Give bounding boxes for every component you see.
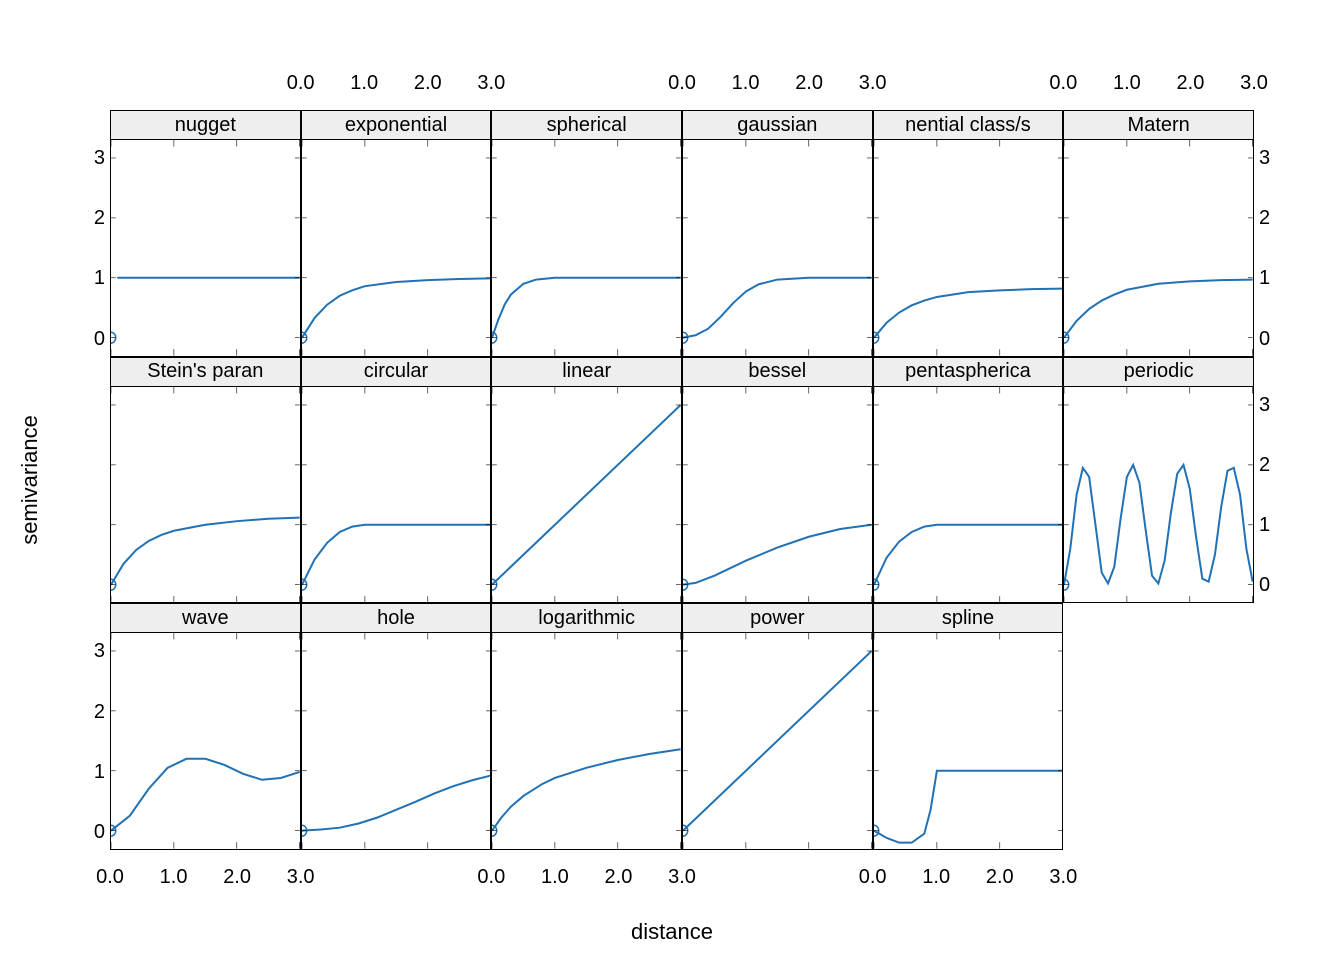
x-tick-label: 0.0 bbox=[668, 72, 696, 95]
panel-body bbox=[491, 386, 682, 604]
x-tick-label: 0.0 bbox=[477, 866, 505, 889]
panel-body bbox=[873, 386, 1064, 604]
panel-stein-s-paran: Stein's paran bbox=[110, 357, 301, 604]
panel-logarithmic: logarithmic bbox=[491, 603, 682, 850]
panel-title: wave bbox=[110, 603, 301, 633]
panel-title: linear bbox=[491, 357, 682, 387]
panel-title: spline bbox=[873, 603, 1064, 633]
x-tick-label: 1.0 bbox=[922, 866, 950, 889]
panel-nential-class-s: nential class/s bbox=[873, 110, 1064, 357]
panel-bessel: bessel bbox=[682, 357, 873, 604]
y-ticks-left: 01230123 bbox=[65, 110, 105, 850]
panel-body bbox=[873, 139, 1064, 357]
x-tick-label: 2.0 bbox=[414, 72, 442, 95]
panel-title: power bbox=[682, 603, 873, 633]
panel-row: Stein's parancircularlinearbesselpentasp… bbox=[110, 357, 1254, 604]
panel-title: nugget bbox=[110, 110, 301, 140]
panel-body bbox=[682, 139, 873, 357]
x-tick-label: 3.0 bbox=[668, 866, 696, 889]
panel-body bbox=[1063, 139, 1254, 357]
y-axis-label: semivariance bbox=[0, 0, 60, 960]
panel-gaussian: gaussian bbox=[682, 110, 873, 357]
panel-power: power bbox=[682, 603, 873, 850]
x-tick-label: 0.0 bbox=[96, 866, 124, 889]
panel-row: waveholelogarithmicpowerspline bbox=[110, 603, 1254, 850]
panel-body bbox=[682, 632, 873, 850]
panel-hole: hole bbox=[301, 603, 492, 850]
panel-circular: circular bbox=[301, 357, 492, 604]
panel-body bbox=[301, 386, 492, 604]
panel-body bbox=[110, 139, 301, 357]
x-tick-label: 1.0 bbox=[732, 72, 760, 95]
x-tick-label: 2.0 bbox=[605, 866, 633, 889]
x-tick-label: 1.0 bbox=[160, 866, 188, 889]
x-tick-label: 3.0 bbox=[859, 72, 887, 95]
x-tick-label: 3.0 bbox=[287, 866, 315, 889]
panel-body bbox=[110, 386, 301, 604]
panel-body bbox=[301, 139, 492, 357]
panel-title: spherical bbox=[491, 110, 682, 140]
x-tick-label: 1.0 bbox=[350, 72, 378, 95]
x-tick-label: 2.0 bbox=[1177, 72, 1205, 95]
panel-periodic: periodic bbox=[1063, 357, 1254, 604]
panel-body bbox=[491, 139, 682, 357]
panel-row: nuggetexponentialsphericalgaussiannentia… bbox=[110, 110, 1254, 357]
panel-body bbox=[873, 632, 1064, 850]
panel-spline: spline bbox=[873, 603, 1064, 850]
panel-title: hole bbox=[301, 603, 492, 633]
panel-linear: linear bbox=[491, 357, 682, 604]
x-tick-label: 2.0 bbox=[223, 866, 251, 889]
panel-body bbox=[301, 632, 492, 850]
x-tick-label: 1.0 bbox=[1113, 72, 1141, 95]
x-tick-label: 3.0 bbox=[1049, 866, 1077, 889]
x-tick-label: 0.0 bbox=[859, 866, 887, 889]
panel-title: periodic bbox=[1063, 357, 1254, 387]
panel-pentaspherica: pentaspherica bbox=[873, 357, 1064, 604]
chart-frame: semivariance distance 0.0 1.0 2.0 3.0 0.0 1.0… bbox=[0, 0, 1344, 960]
panel-body bbox=[110, 632, 301, 850]
panel-title: gaussian bbox=[682, 110, 873, 140]
panel-nugget: nugget bbox=[110, 110, 301, 357]
x-tick-label: 0.0 bbox=[1049, 72, 1077, 95]
panel-spherical: spherical bbox=[491, 110, 682, 357]
panel-body bbox=[491, 632, 682, 850]
panel-title: logarithmic bbox=[491, 603, 682, 633]
plot-area: nuggetexponentialsphericalgaussiannentia… bbox=[110, 110, 1254, 850]
x-tick-label: 3.0 bbox=[477, 72, 505, 95]
x-ticks-bottom: 0.01.02.03.00.01.02.03.00.01.02.03.0 bbox=[110, 862, 1254, 892]
panel-title: Stein's paran bbox=[110, 357, 301, 387]
panel-wave: wave bbox=[110, 603, 301, 850]
panel-body bbox=[1063, 386, 1254, 604]
x-tick-label: 3.0 bbox=[1240, 72, 1268, 95]
panel-body bbox=[682, 386, 873, 604]
x-tick-label: 1.0 bbox=[541, 866, 569, 889]
x-tick-label: 2.0 bbox=[795, 72, 823, 95]
panel-matern: Matern bbox=[1063, 110, 1254, 357]
y-ticks-right: 01230123 bbox=[1259, 110, 1299, 850]
panel-title: nential class/s bbox=[873, 110, 1064, 140]
panel-exponential: exponential bbox=[301, 110, 492, 357]
panel-title: Matern bbox=[1063, 110, 1254, 140]
x-ticks-top: 0.01.02.03.00.01.02.03.00.01.02.03.0 bbox=[110, 68, 1254, 98]
x-tick-label: 2.0 bbox=[986, 866, 1014, 889]
panel-title: circular bbox=[301, 357, 492, 387]
x-axis-label: distance bbox=[0, 919, 1344, 945]
panel-title: exponential bbox=[301, 110, 492, 140]
panel-title: pentaspherica bbox=[873, 357, 1064, 387]
panel-title: bessel bbox=[682, 357, 873, 387]
x-tick-label: 0.0 bbox=[287, 72, 315, 95]
